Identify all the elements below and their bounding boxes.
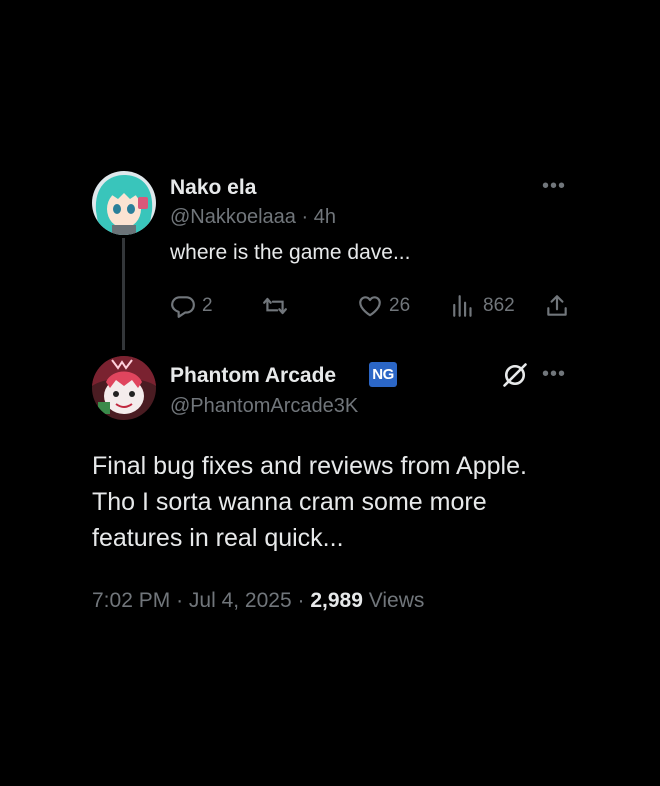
- main-author-name[interactable]: Phantom Arcade: [170, 364, 336, 388]
- share-button[interactable]: [544, 292, 570, 320]
- post-time[interactable]: 7:02 PM: [92, 589, 170, 612]
- post-views-label: Views: [368, 589, 425, 612]
- post-views-count[interactable]: 2,989: [310, 589, 363, 612]
- main-more-icon[interactable]: •••: [542, 364, 566, 384]
- repost-icon: [263, 297, 287, 315]
- post-meta: 7:02 PM · Jul 4, 2025 · 2,989 Views: [92, 589, 424, 613]
- reply-handle[interactable]: @Nakkoelaaa: [170, 206, 296, 228]
- reply-count: 2: [202, 295, 213, 316]
- reply-icon: [171, 296, 195, 318]
- like-button[interactable]: 26: [357, 292, 410, 320]
- views-count: 862: [483, 295, 515, 316]
- views-icon: [453, 295, 472, 317]
- grok-icon[interactable]: [501, 361, 529, 394]
- separator: ·: [176, 589, 184, 612]
- main-avatar[interactable]: [92, 356, 156, 420]
- post-date[interactable]: Jul 4, 2025: [189, 589, 292, 612]
- reply-time[interactable]: 4h: [314, 206, 336, 228]
- reply-avatar[interactable]: [92, 171, 156, 235]
- heart-icon: [359, 296, 381, 317]
- reply-text: where is the game dave...: [170, 241, 411, 264]
- reply-more-icon[interactable]: •••: [542, 176, 566, 196]
- repost-button[interactable]: [261, 292, 295, 320]
- main-handle[interactable]: @PhantomArcade3K: [170, 395, 358, 418]
- share-icon: [547, 295, 567, 316]
- ng-badge[interactable]: NG: [369, 362, 397, 387]
- like-count: 26: [389, 295, 411, 316]
- views-button[interactable]: 862: [451, 292, 515, 320]
- separator: ·: [297, 589, 305, 612]
- reply-button[interactable]: 2: [170, 292, 213, 320]
- post-text: Final bug fixes and reviews from Apple. …: [92, 452, 527, 552]
- thread-line: [122, 238, 125, 350]
- reply-author-name[interactable]: Nako ela: [170, 176, 256, 200]
- reply-handle-line: @Nakkoelaaa · 4h: [170, 206, 336, 229]
- separator: ·: [301, 206, 309, 228]
